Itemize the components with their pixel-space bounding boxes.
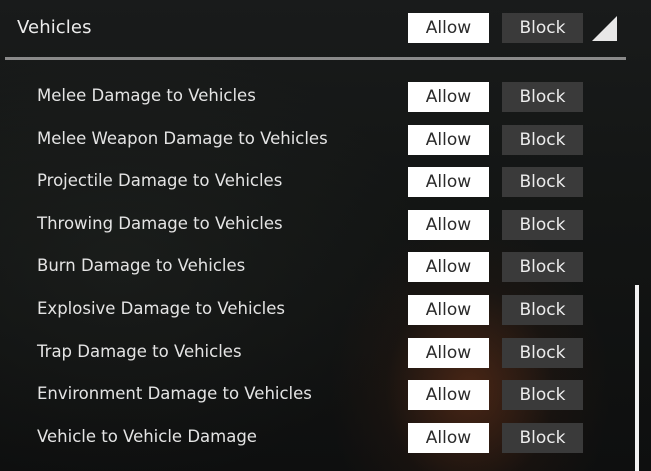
section-block-button[interactable]: Block xyxy=(502,13,583,43)
block-button[interactable]: Block xyxy=(502,338,583,368)
section-title: Vehicles xyxy=(17,17,92,38)
block-button[interactable]: Block xyxy=(502,423,583,453)
setting-label: Melee Weapon Damage to Vehicles xyxy=(37,129,328,148)
setting-row-vehicle-to-vehicle-damage: Vehicle to Vehicle Damage Allow Block xyxy=(0,423,651,453)
block-button[interactable]: Block xyxy=(502,167,583,197)
setting-label: Melee Damage to Vehicles xyxy=(37,86,256,105)
section-allow-button[interactable]: Allow xyxy=(408,13,489,43)
setting-row-trap-damage: Trap Damage to Vehicles Allow Block xyxy=(0,338,651,368)
allow-button[interactable]: Allow xyxy=(408,167,489,197)
allow-button[interactable]: Allow xyxy=(408,423,489,453)
setting-row-throwing-damage: Throwing Damage to Vehicles Allow Block xyxy=(0,210,651,240)
block-button[interactable]: Block xyxy=(502,380,583,410)
block-button[interactable]: Block xyxy=(502,295,583,325)
setting-row-burn-damage: Burn Damage to Vehicles Allow Block xyxy=(0,252,651,282)
setting-row-melee-weapon-damage: Melee Weapon Damage to Vehicles Allow Bl… xyxy=(0,125,651,155)
allow-button[interactable]: Allow xyxy=(408,82,489,112)
allow-button[interactable]: Allow xyxy=(408,338,489,368)
allow-button[interactable]: Allow xyxy=(408,380,489,410)
allow-button[interactable]: Allow xyxy=(408,210,489,240)
allow-button[interactable]: Allow xyxy=(408,295,489,325)
allow-button[interactable]: Allow xyxy=(408,125,489,155)
setting-row-environment-damage: Environment Damage to Vehicles Allow Blo… xyxy=(0,380,651,410)
setting-row-melee-damage: Melee Damage to Vehicles Allow Block xyxy=(0,82,651,112)
scrollbar-thumb[interactable] xyxy=(635,285,639,471)
corner-triangle-icon[interactable] xyxy=(592,16,617,41)
setting-label: Environment Damage to Vehicles xyxy=(37,384,312,403)
section-divider xyxy=(5,57,626,60)
setting-label: Explosive Damage to Vehicles xyxy=(37,299,285,318)
block-button[interactable]: Block xyxy=(502,210,583,240)
setting-label: Throwing Damage to Vehicles xyxy=(37,214,283,233)
allow-button[interactable]: Allow xyxy=(408,252,489,282)
block-button[interactable]: Block xyxy=(502,82,583,112)
setting-row-explosive-damage: Explosive Damage to Vehicles Allow Block xyxy=(0,295,651,325)
setting-label: Vehicle to Vehicle Damage xyxy=(37,427,257,446)
block-button[interactable]: Block xyxy=(502,125,583,155)
setting-row-projectile-damage: Projectile Damage to Vehicles Allow Bloc… xyxy=(0,167,651,197)
setting-label: Trap Damage to Vehicles xyxy=(37,342,242,361)
block-button[interactable]: Block xyxy=(502,252,583,282)
section-header: Vehicles Allow Block xyxy=(0,0,651,58)
setting-label: Burn Damage to Vehicles xyxy=(37,256,246,275)
setting-label: Projectile Damage to Vehicles xyxy=(37,171,283,190)
